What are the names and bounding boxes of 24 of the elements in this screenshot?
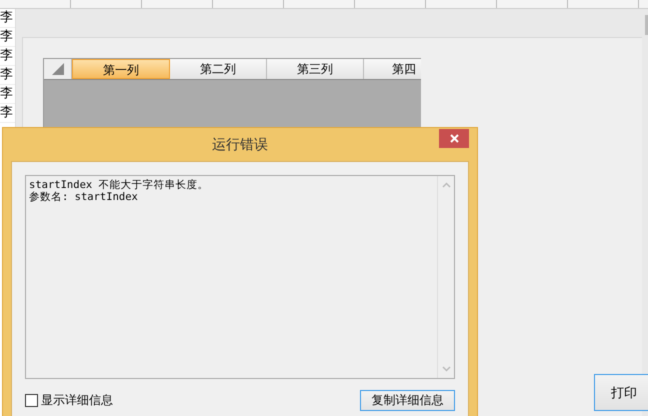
row-header: 李 [0,85,15,104]
row-header: 李 [0,47,15,66]
close-icon [450,134,458,143]
checkbox[interactable] [25,394,38,407]
row-header: 李 [0,9,15,28]
row-header: 李 [0,104,15,123]
dialog-title: 运行错误 [212,136,268,154]
row-header: 李 [0,28,15,47]
row-header: 李 [0,66,15,85]
scrollbar-thumb[interactable] [645,15,648,35]
close-button[interactable] [439,129,469,148]
scroll-up-icon[interactable] [442,182,450,188]
checkbox-label[interactable]: 显示详细信息 [41,392,113,409]
message-line: 参数名: startIndex [29,191,138,203]
scroll-down-icon[interactable] [442,366,450,372]
column-header[interactable]: 第三列 [267,59,364,79]
message-field[interactable]: startIndex 不能大于字符串长度。 参数名: startIndex [25,175,455,379]
column-header[interactable]: 第二列 [170,59,267,79]
print-button[interactable]: 打印 [594,374,648,411]
select-all-icon[interactable] [52,63,64,75]
message-line: startIndex 不能大于字符串长度。 [29,179,209,191]
column-header[interactable]: 第一列 [72,59,170,79]
copy-details-button[interactable]: 复制详细信息 [360,390,455,411]
column-header[interactable]: 第四 [364,59,421,79]
